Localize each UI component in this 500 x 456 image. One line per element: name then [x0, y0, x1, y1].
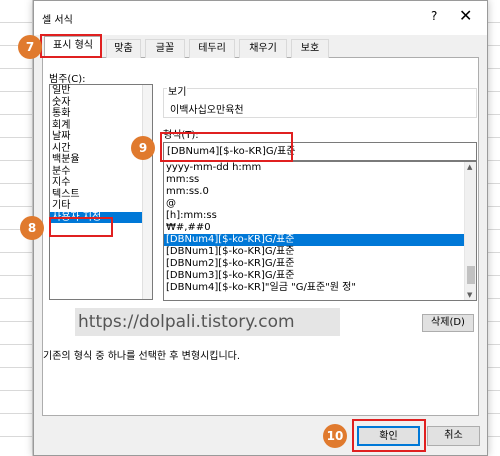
format-item[interactable]: @: [164, 198, 476, 210]
tab-alignment[interactable]: 맞춤: [106, 39, 141, 58]
category-item[interactable]: 숫자: [50, 97, 152, 109]
scroll-up-icon[interactable]: ▲: [467, 163, 472, 171]
format-item[interactable]: [h]:mm:ss: [164, 210, 476, 222]
highlight-box-category: [49, 217, 113, 237]
help-icon[interactable]: ?: [431, 9, 437, 23]
tab-strip: 표시 형식 맞춤 글꼴 테두리 채우기 보호: [42, 36, 479, 59]
hint-text: 기존의 형식 중 하나를 선택한 후 변형시킵니다.: [43, 351, 241, 362]
category-item[interactable]: 통화: [50, 108, 152, 120]
delete-button[interactable]: 삭제(D): [422, 314, 474, 332]
format-item[interactable]: mm:ss: [164, 174, 476, 186]
step-marker-10: 10: [323, 424, 347, 448]
format-item[interactable]: yyyy-mm-dd h:mm: [164, 162, 476, 174]
cancel-button[interactable]: 취소: [427, 426, 480, 446]
category-item[interactable]: 텍스트: [50, 189, 152, 201]
format-item[interactable]: ₩#,##0: [164, 222, 476, 234]
format-item[interactable]: [DBNum3][$-ko-KR]G/표준: [164, 270, 476, 282]
format-item[interactable]: mm:ss.0: [164, 186, 476, 198]
step-marker-9: 9: [131, 136, 155, 160]
sample-value: 이백사십오만육천: [170, 105, 244, 116]
category-label: 범주(C):: [49, 74, 86, 85]
format-item[interactable]: [DBNum2][$-ko-KR]G/표준: [164, 258, 476, 270]
category-item[interactable]: 분수: [50, 166, 152, 178]
format-item-selected[interactable]: [DBNum4][$-ko-KR]G/표준: [164, 234, 476, 246]
tab-font[interactable]: 글꼴: [145, 39, 185, 58]
category-item[interactable]: 지수: [50, 177, 152, 189]
category-item[interactable]: 회계: [50, 120, 152, 132]
tab-fill[interactable]: 채우기: [239, 39, 287, 58]
scroll-down-icon[interactable]: ▼: [467, 291, 472, 299]
scroll-thumb[interactable]: [467, 266, 475, 284]
category-list[interactable]: 일반 숫자 통화 회계 날짜 시간 백분율 분수 지수 텍스트 기타 사용자 지…: [49, 84, 153, 300]
step-marker-8: 8: [20, 216, 44, 240]
sample-label: 보기: [167, 83, 188, 98]
dialog-title: 셀 서식: [42, 15, 73, 26]
title-bar: 셀 서식 ? ✕: [34, 1, 487, 35]
format-item[interactable]: [DBNum1][$-ko-KR]G/표준: [164, 246, 476, 258]
tab-border[interactable]: 테두리: [189, 39, 235, 58]
category-item[interactable]: 기타: [50, 200, 152, 212]
watermark-text: https://dolpali.tistory.com: [75, 308, 340, 336]
format-scrollbar[interactable]: ▲ ▼: [464, 162, 476, 300]
highlight-box-tab: [40, 34, 102, 58]
format-item[interactable]: [DBNum4][$-ko-KR]"일금 "G/표준"원 정": [164, 282, 476, 294]
step-marker-7: 7: [18, 35, 42, 59]
format-list[interactable]: yyyy-mm-dd h:mm mm:ss mm:ss.0 @ [h]:mm:s…: [163, 161, 477, 301]
tab-protection[interactable]: 보호: [291, 39, 329, 58]
highlight-box-format: [160, 132, 293, 162]
close-icon[interactable]: ✕: [459, 6, 472, 25]
category-item[interactable]: 일반: [50, 85, 152, 97]
highlight-box-ok: [352, 419, 426, 452]
category-scrollbar[interactable]: [142, 85, 152, 299]
